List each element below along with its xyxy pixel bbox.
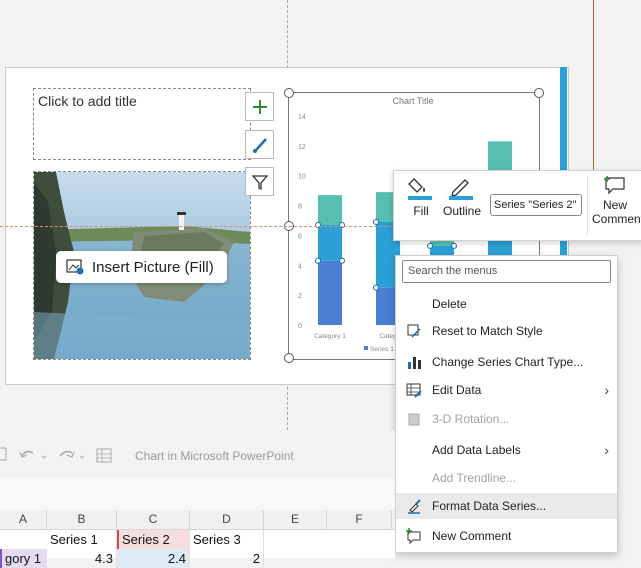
paintbrush-icon (252, 137, 267, 153)
cell-d1[interactable]: Series 3 (190, 530, 264, 549)
bar-2-1[interactable] (318, 224, 342, 261)
menu-item-label: Change Series Chart Type... (432, 355, 584, 369)
new-comment-button[interactable]: New Comment (592, 175, 641, 226)
y-tick-label: 10 (298, 174, 306, 181)
title-placeholder-text: Click to add title (38, 93, 137, 109)
excel-window-title: Chart in Microsoft PowerPoint (135, 449, 294, 463)
resize-handle[interactable] (284, 353, 294, 363)
menu-item-delete[interactable]: Delete (396, 291, 617, 317)
selection-handle[interactable] (373, 284, 379, 291)
selection-handle[interactable] (373, 218, 379, 225)
selection-handle[interactable] (451, 242, 457, 249)
y-tick-label: 4 (298, 263, 302, 270)
funnel-icon (251, 174, 268, 190)
outline-color-swatch (449, 196, 473, 200)
column-header-a[interactable]: A (0, 510, 47, 529)
title-placeholder[interactable]: Click to add title (33, 88, 251, 160)
menu-item-label: Add Trendline... (432, 471, 517, 485)
selection-handle[interactable] (339, 257, 345, 264)
resize-handle[interactable] (534, 88, 544, 98)
insert-picture-icon (66, 259, 84, 275)
cell-c2[interactable]: 2.4 (117, 549, 190, 568)
resize-handle[interactable] (284, 88, 294, 98)
new-comment-icon (406, 528, 421, 544)
x-tick-label: Category 1 (314, 333, 346, 340)
menu-item-label: Reset to Match Style (432, 324, 543, 338)
excel-quick-access-icons (0, 447, 112, 463)
column-header-f[interactable]: F (327, 510, 392, 529)
toolbar-divider (587, 175, 588, 235)
legend-swatch (364, 346, 368, 350)
y-tick-label: 8 (298, 204, 302, 211)
y-tick-label: 14 (298, 114, 306, 121)
menu-item-new-comment[interactable]: New Comment (396, 523, 617, 549)
paint-bucket-icon (408, 178, 432, 200)
insert-picture-button[interactable]: Insert Picture (Fill) (56, 251, 227, 283)
menu-item-format-data-series[interactable]: Format Data Series... (396, 493, 617, 519)
rotation-3d-icon (408, 413, 420, 426)
chevron-right-icon: › (604, 442, 609, 458)
column-header-b[interactable]: B (47, 510, 117, 529)
menu-item-label: Delete (432, 297, 467, 311)
format-series-icon (408, 499, 421, 514)
menu-search-placeholder: Search the menus (408, 265, 498, 277)
outline-label: Outline (442, 204, 482, 218)
chart-filters-button[interactable] (245, 167, 274, 196)
selection-handle[interactable] (427, 242, 433, 249)
menu-item-label: New Comment (432, 529, 512, 543)
column-header-d[interactable]: D (190, 510, 264, 529)
bar-3-1[interactable] (318, 195, 342, 225)
new-comment-label-1: New (602, 198, 627, 212)
cell-c1[interactable]: Series 2 (117, 530, 190, 549)
fill-button[interactable]: Fill (404, 175, 438, 218)
new-comment-icon (604, 176, 625, 195)
pen-icon (449, 179, 473, 200)
chevron-right-icon: › (604, 382, 609, 398)
bar-1-1[interactable] (318, 260, 342, 325)
y-tick-label: 2 (298, 293, 302, 300)
legend-label: Series 1 (370, 346, 394, 353)
menu-search-input[interactable]: Search the menus (402, 260, 611, 283)
plus-icon (252, 99, 267, 114)
column-header-e[interactable]: E (264, 510, 327, 529)
floatie-toolbar: Fill Outline Series "Series 2" New Comme… (393, 170, 641, 241)
series-select[interactable]: Series "Series 2" (490, 194, 582, 216)
reset-style-icon (407, 324, 421, 338)
column-header-c[interactable]: C (117, 510, 190, 529)
fill-label: Fill (413, 204, 429, 218)
y-tick-label: 12 (298, 144, 306, 151)
chart-type-icon (408, 357, 421, 369)
fill-color-swatch (408, 196, 432, 200)
context-menu: Search the menus Delete Reset to Match S… (395, 255, 618, 553)
menu-item-add-trendline[interactable]: Add Trendline... (396, 465, 617, 491)
menu-item-label: Add Data Labels (432, 443, 521, 457)
y-tick-label: 6 (298, 233, 302, 240)
menu-item-change-chart-type[interactable]: Change Series Chart Type... (396, 349, 617, 375)
new-comment-label-2: Comment (592, 212, 641, 226)
y-tick-label: 0 (298, 323, 302, 330)
cell-d2[interactable]: 2 (190, 549, 264, 568)
insert-picture-label: Insert Picture (Fill) (92, 258, 214, 276)
menu-item-add-data-labels[interactable]: Add Data Labels › (396, 437, 617, 463)
edit-data-icon (406, 383, 422, 398)
selection-handle[interactable] (315, 257, 321, 264)
menu-item-label: Format Data Series... (432, 499, 547, 513)
chart-title[interactable]: Chart Title (392, 96, 433, 106)
menu-item-reset-style[interactable]: Reset to Match Style (396, 318, 617, 344)
menu-item-3d-rotation[interactable]: 3-D Rotation... (396, 406, 617, 432)
cell-a2[interactable]: gory 1 (0, 549, 47, 568)
excel-toolbar: Chart in Microsoft PowerPoint (0, 431, 395, 478)
chart-elements-button[interactable] (245, 92, 274, 121)
cell-b2[interactable]: 4.3 (47, 549, 117, 568)
menu-item-edit-data[interactable]: Edit Data › (396, 377, 617, 403)
chart-styles-button[interactable] (245, 130, 274, 159)
series-select-value: Series "Series 2" (494, 199, 577, 211)
cell-b1[interactable]: Series 1 (47, 530, 117, 549)
outline-button[interactable]: Outline (442, 175, 482, 218)
menu-item-label: 3-D Rotation... (432, 412, 510, 426)
menu-item-label: Edit Data (432, 383, 482, 397)
